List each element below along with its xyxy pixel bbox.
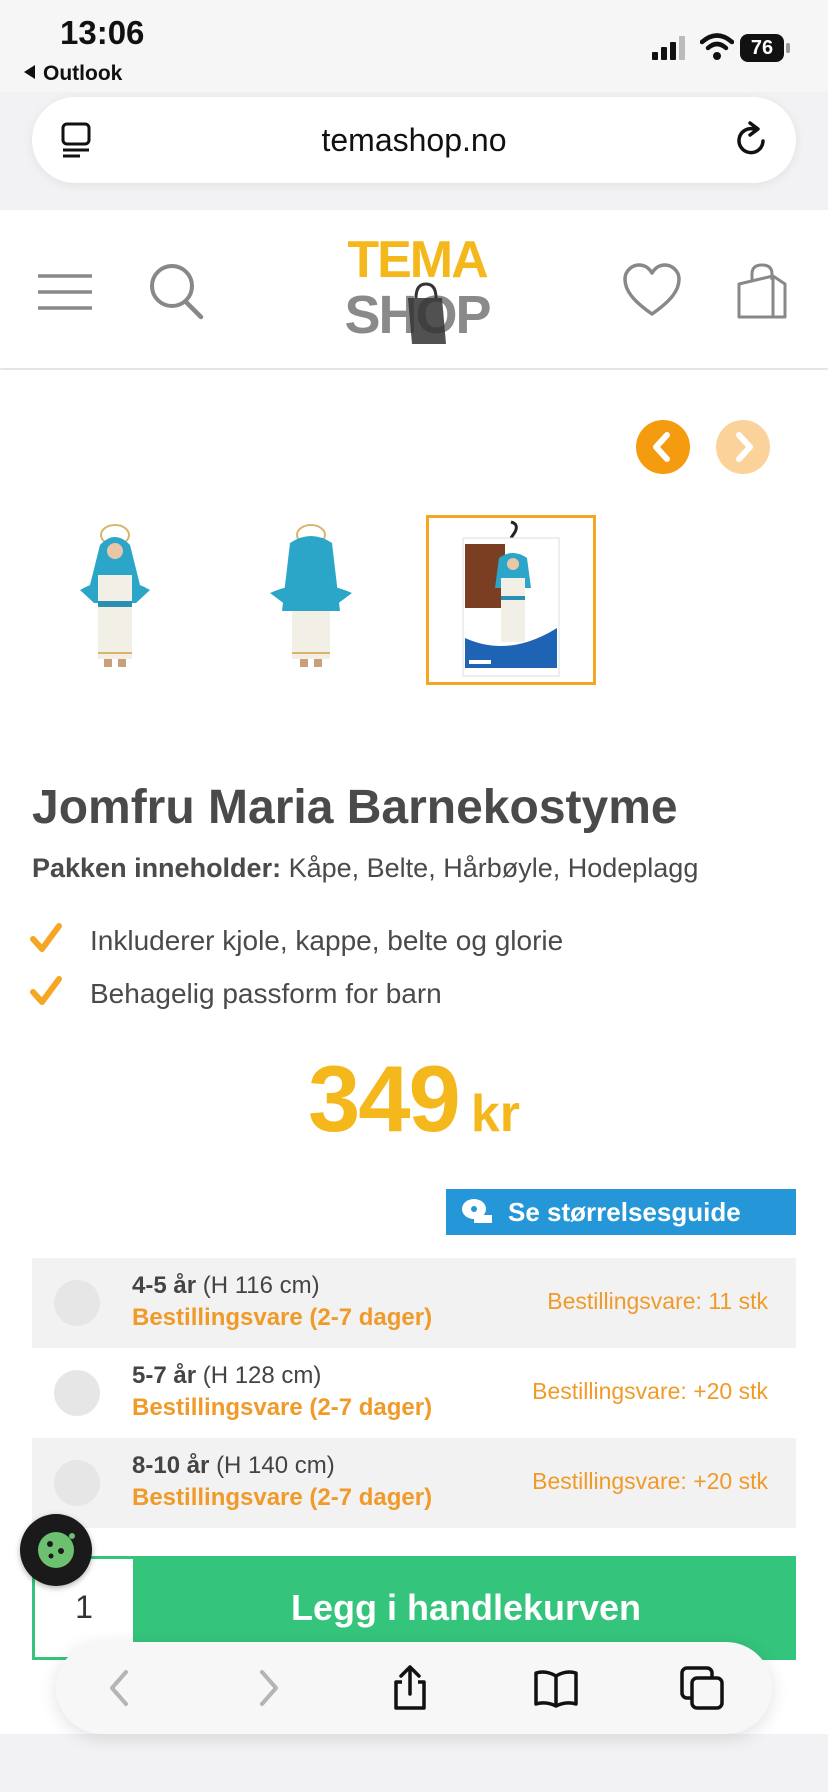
package-contents: Pakken inneholder: Kåpe, Belte, Hårbøyle… xyxy=(32,853,698,884)
size-label: 5-7 år (H 128 cm) xyxy=(132,1362,321,1390)
size-option-8-10[interactable]: 8-10 år (H 140 cm) Bestillingsvare (2-7 … xyxy=(32,1438,796,1528)
chevron-left-icon xyxy=(653,432,670,462)
tabs-icon[interactable] xyxy=(678,1664,726,1712)
feature-text: Behagelig passform for barn xyxy=(90,978,442,1009)
price-value: 349 xyxy=(308,1046,461,1151)
gallery-next-button[interactable] xyxy=(716,420,770,474)
temashop-logo[interactable]: TEMA SHOP xyxy=(332,232,502,348)
size-height: (H 128 cm) xyxy=(202,1362,322,1389)
product-thumbnail-back[interactable] xyxy=(228,515,398,685)
gallery-prev-button[interactable] xyxy=(636,420,690,474)
costume-front-image xyxy=(80,524,150,667)
browser-forward-icon[interactable] xyxy=(244,1664,292,1712)
url-bar[interactable]: temashop.no xyxy=(32,97,796,183)
checkmark-icon xyxy=(30,976,62,1005)
size-label: 4-5 år (H 116 cm) xyxy=(132,1272,320,1300)
battery-tip xyxy=(786,43,790,53)
browser-toolbar xyxy=(56,1642,772,1734)
back-triangle-icon xyxy=(24,65,35,79)
site-header: TEMA SHOP xyxy=(0,210,828,368)
shopping-bag-logo-icon xyxy=(408,282,446,344)
size-age: 8-10 år xyxy=(132,1452,210,1479)
size-availability: Bestillingsvare (2-7 dager) xyxy=(132,1484,433,1511)
product-title: Jomfru Maria Barnekostyme xyxy=(32,781,678,834)
share-icon[interactable] xyxy=(386,1664,434,1712)
costume-package-image xyxy=(462,520,560,677)
feature-item: Behagelig passform for barn xyxy=(30,975,442,1010)
product-thumbnail-front[interactable] xyxy=(40,515,210,685)
product-price: 349 kr xyxy=(0,1045,828,1153)
size-radio[interactable] xyxy=(54,1370,100,1416)
browser-back-icon[interactable] xyxy=(96,1664,144,1712)
size-height: (H 140 cm) xyxy=(216,1452,335,1479)
battery-level: 76 xyxy=(750,37,774,59)
size-stock: Bestillingsvare: 11 stk xyxy=(547,1288,768,1314)
size-stock: Bestillingsvare: +20 stk xyxy=(532,1468,768,1494)
cellular-signal-icon xyxy=(652,36,685,60)
size-availability: Bestillingsvare (2-7 dager) xyxy=(132,1304,433,1331)
size-label: 8-10 år (H 140 cm) xyxy=(132,1452,335,1480)
product-thumbnail-package[interactable] xyxy=(426,515,596,685)
wifi-icon xyxy=(700,33,734,60)
size-availability: Bestillingsvare (2-7 dager) xyxy=(132,1394,433,1421)
reload-icon[interactable] xyxy=(732,121,770,159)
status-bar: 13:06 Outlook 76 xyxy=(0,0,828,92)
size-stock: Bestillingsvare: +20 stk xyxy=(532,1378,768,1404)
price-currency: kr xyxy=(470,1085,520,1143)
feature-text: Inkluderer kjole, kappe, belte og glorie xyxy=(90,925,564,956)
costume-back-image xyxy=(270,524,352,667)
chevron-right-icon xyxy=(736,432,753,462)
size-radio[interactable] xyxy=(54,1460,100,1506)
size-radio[interactable] xyxy=(54,1280,100,1326)
cookie-settings-button[interactable] xyxy=(20,1514,92,1586)
measuring-tape-icon xyxy=(462,1199,492,1223)
back-to-app-link[interactable]: Outlook xyxy=(24,62,122,86)
size-height: (H 116 cm) xyxy=(202,1272,320,1299)
wishlist-heart-icon[interactable] xyxy=(622,262,682,318)
feature-item: Inkluderer kjole, kappe, belte og glorie xyxy=(30,922,563,957)
cookie-icon xyxy=(38,1532,75,1568)
status-time: 13:06 xyxy=(60,14,145,51)
hamburger-menu-icon[interactable] xyxy=(36,272,94,312)
size-guide-label: Se størrelsesguide xyxy=(508,1197,741,1227)
battery-icon: 76 xyxy=(740,34,792,62)
bookmarks-icon[interactable] xyxy=(532,1664,580,1712)
package-items: Kåpe, Belte, Hårbøyle, Hodeplagg xyxy=(288,853,699,883)
size-age: 4-5 år xyxy=(132,1272,197,1299)
size-guide-button[interactable]: Se størrelsesguide xyxy=(446,1189,796,1235)
search-icon[interactable] xyxy=(148,262,204,320)
package-label: Pakken inneholder: xyxy=(32,853,282,883)
size-option-5-7[interactable]: 5-7 år (H 128 cm) Bestillingsvare (2-7 d… xyxy=(32,1348,796,1438)
checkmark-icon xyxy=(30,923,62,952)
shopping-bag-icon[interactable] xyxy=(736,262,788,320)
size-age: 5-7 år xyxy=(132,1362,197,1389)
back-app-label: Outlook xyxy=(43,62,123,85)
size-option-4-5[interactable]: 4-5 år (H 116 cm) Bestillingsvare (2-7 d… xyxy=(32,1258,796,1348)
url-text: temashop.no xyxy=(321,122,507,158)
home-indicator-area xyxy=(0,1734,828,1792)
